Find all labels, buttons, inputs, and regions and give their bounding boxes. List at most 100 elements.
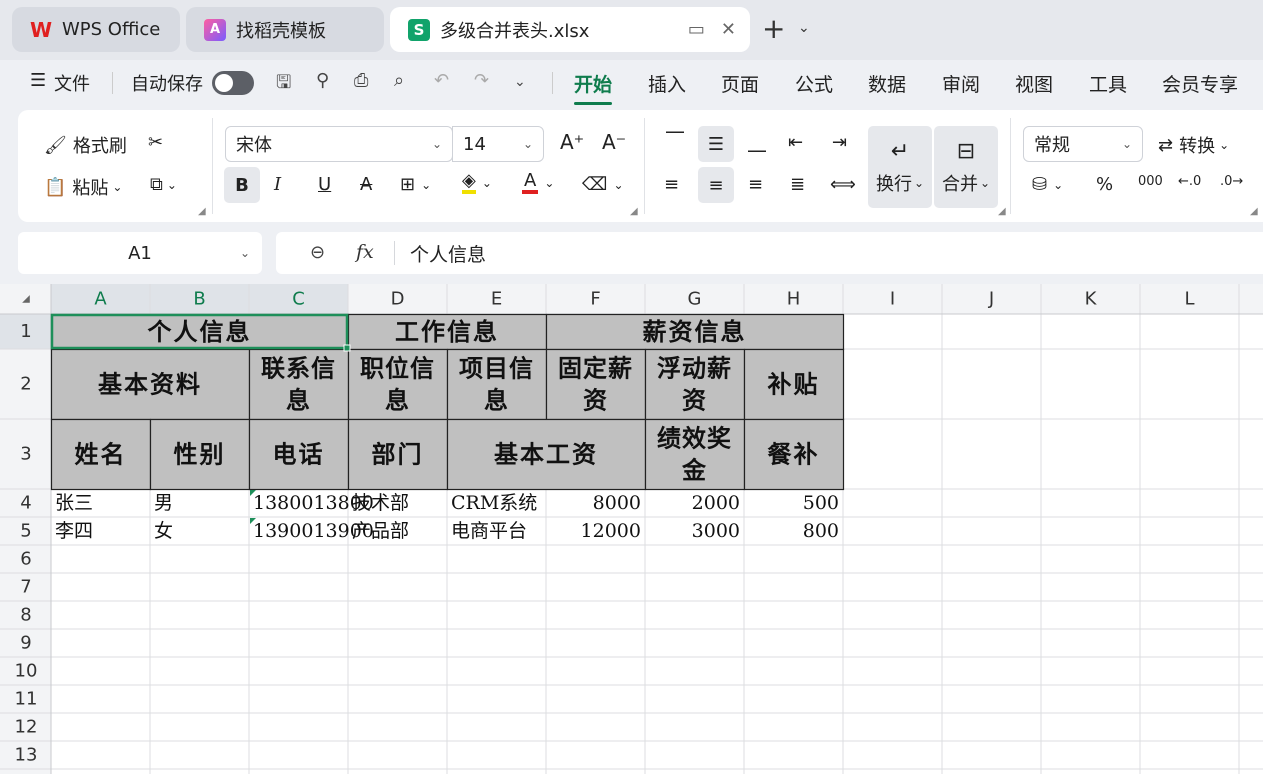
align-left-icon[interactable]: ≡ bbox=[664, 174, 679, 195]
align-middle-icon[interactable]: ☰ bbox=[698, 126, 734, 162]
row-header: 8 bbox=[20, 605, 31, 626]
percent-button[interactable]: % bbox=[1096, 174, 1113, 195]
data-cell: 8000 bbox=[593, 492, 641, 514]
convert-button[interactable]: ⇄ 转换 ⌄ bbox=[1158, 132, 1229, 158]
chevron-down-icon[interactable]: ⌄ bbox=[798, 20, 810, 36]
file-menu[interactable]: 文件 bbox=[54, 70, 90, 96]
align-right-icon[interactable]: ≡ bbox=[748, 174, 763, 195]
merge-button[interactable]: ⊟ 合并 ⌄ bbox=[934, 126, 998, 208]
close-icon[interactable]: ✕ bbox=[721, 19, 736, 40]
row-header: 2 bbox=[20, 374, 31, 395]
header-floating-salary: 资 bbox=[682, 386, 707, 415]
share-icon[interactable]: ⚲ bbox=[316, 70, 329, 91]
row-header: 11 bbox=[15, 689, 38, 710]
italic-button[interactable]: I bbox=[274, 174, 281, 195]
paste-button[interactable]: 📋 粘贴 ⌄ bbox=[44, 174, 122, 200]
autosave-toggle[interactable] bbox=[212, 71, 254, 95]
currency-button[interactable]: ⛁ ⌄ bbox=[1032, 174, 1063, 195]
wps-logo-icon: W bbox=[29, 17, 53, 42]
header-position-info: 职位信 bbox=[360, 354, 435, 383]
zoom-icon[interactable]: ⊖ bbox=[310, 242, 325, 263]
fill-color-button[interactable]: ◈ ⌄ bbox=[462, 172, 492, 194]
decrease-indent-icon[interactable]: ⇤ bbox=[788, 132, 803, 153]
tab-templates[interactable]: A 找稻壳模板 bbox=[186, 7, 384, 52]
decrease-decimal-icon[interactable]: .0→ bbox=[1220, 174, 1243, 189]
thousands-button[interactable]: 000 bbox=[1138, 174, 1163, 189]
dialog-launcher-icon[interactable]: ◢ bbox=[198, 206, 206, 217]
font-name-select[interactable]: 宋体 ⌄ bbox=[225, 126, 453, 162]
increase-indent-icon[interactable]: ⇥ bbox=[832, 132, 847, 153]
dialog-launcher-icon[interactable]: ◢ bbox=[630, 206, 638, 217]
align-bottom-icon[interactable]: ⎽ bbox=[748, 132, 766, 153]
print-icon[interactable]: ⎙ bbox=[354, 70, 368, 91]
grid-canvas[interactable]: ◢ A B C D E F G H I J K L12345678910111213个人信息 工作信息 薪资… bbox=[0, 284, 1263, 774]
row-header: 1 bbox=[20, 321, 31, 342]
decrease-font-icon[interactable]: A⁻ bbox=[602, 130, 626, 154]
spreadsheet-icon: S bbox=[408, 18, 430, 41]
clear-format-button[interactable]: ⌫ ⌄ bbox=[582, 174, 624, 195]
tab-wps-office[interactable]: W WPS Office bbox=[12, 7, 180, 52]
tab-data[interactable]: 数据 bbox=[868, 70, 906, 97]
cut-icon[interactable]: ✂ bbox=[148, 132, 163, 153]
print-preview-icon[interactable]: ⌕ bbox=[394, 70, 404, 91]
tab-review[interactable]: 审阅 bbox=[942, 70, 980, 97]
header-performance-bonus: 金 bbox=[681, 456, 707, 485]
bold-button[interactable]: B bbox=[224, 167, 260, 203]
chevron-down-icon: ⌄ bbox=[913, 175, 925, 190]
dialog-launcher-icon[interactable]: ◢ bbox=[1250, 206, 1258, 217]
chevron-down-icon[interactable]: ⌄ bbox=[514, 74, 526, 90]
font-color-button[interactable]: A ⌄ bbox=[522, 172, 554, 194]
distributed-icon[interactable]: ⟺ bbox=[830, 174, 856, 195]
data-cell: 12000 bbox=[581, 520, 641, 542]
function-icon[interactable]: fx bbox=[356, 241, 374, 263]
ribbon: 🖌 格式刷 ✂ 📋 粘贴 ⌄ ⧉ ⌄ ◢ 宋体 ⌄ 14 ⌄ A⁺ A⁻ B I… bbox=[18, 110, 1263, 222]
increase-decimal-icon[interactable]: ←.0 bbox=[1178, 174, 1201, 189]
header-work-info: 工作信息 bbox=[395, 317, 499, 346]
row-header: 9 bbox=[20, 633, 31, 654]
tab-document[interactable]: S 多级合并表头.xlsx ▭ ✕ bbox=[390, 7, 750, 52]
spreadsheet-grid[interactable]: ◢ A B C D E F G H I J K L 1 2 3 4 5 6 7 8 9 10 11 12 13 个人信息 工作信息 薪资… bbox=[0, 284, 1263, 774]
convert-label: 转换 bbox=[1179, 136, 1216, 157]
undo-icon[interactable]: ↶ bbox=[434, 70, 449, 91]
tab-view[interactable]: 视图 bbox=[1015, 70, 1053, 97]
number-format-select[interactable]: 常规 ⌄ bbox=[1023, 126, 1143, 162]
column-header: J bbox=[988, 289, 994, 310]
justify-icon[interactable]: ≣ bbox=[790, 174, 805, 195]
format-painter-button[interactable]: 🖌 格式刷 bbox=[44, 132, 127, 158]
increase-font-icon[interactable]: A⁺ bbox=[560, 130, 584, 154]
autosave-label: 自动保存 bbox=[131, 74, 203, 95]
monitor-icon[interactable]: ▭ bbox=[688, 19, 705, 40]
formula-bar[interactable]: ⊖ fx 个人信息 bbox=[276, 232, 1263, 274]
dialog-launcher-icon[interactable]: ◢ bbox=[998, 206, 1006, 217]
data-cell: 2000 bbox=[692, 492, 740, 514]
copy-button[interactable]: ⧉ ⌄ bbox=[150, 174, 177, 195]
tab-tools[interactable]: 工具 bbox=[1089, 70, 1127, 97]
underline-button[interactable]: U bbox=[318, 174, 331, 195]
data-cell: 800 bbox=[803, 520, 839, 542]
convert-icon: ⇄ bbox=[1158, 134, 1174, 156]
redo-icon[interactable]: ↷ bbox=[474, 70, 489, 91]
tab-member[interactable]: 会员专享 bbox=[1162, 70, 1238, 97]
fill-handle[interactable] bbox=[343, 344, 351, 352]
align-top-icon[interactable]: ⎺ bbox=[666, 130, 684, 151]
borders-button[interactable]: ⊞ ⌄ bbox=[400, 174, 431, 195]
strikethrough-button[interactable]: A bbox=[360, 174, 372, 195]
save-icon[interactable]: 🖫 bbox=[276, 70, 291, 100]
data-cell: 产品部 bbox=[352, 520, 409, 542]
align-center-icon[interactable]: ≡ bbox=[698, 167, 734, 203]
menu-icon[interactable]: ☰ bbox=[30, 70, 46, 91]
formula-value[interactable]: 个人信息 bbox=[410, 240, 486, 267]
column-header: C bbox=[292, 289, 305, 310]
new-tab-icon[interactable]: + bbox=[762, 12, 785, 45]
header-fixed-salary: 固定薪 bbox=[558, 354, 633, 383]
name-box[interactable]: A1 ⌄ bbox=[18, 232, 262, 274]
brush-icon: 🖌 bbox=[44, 134, 67, 156]
tab-formula[interactable]: 公式 bbox=[795, 70, 833, 97]
tab-insert[interactable]: 插入 bbox=[648, 70, 686, 97]
tab-page[interactable]: 页面 bbox=[721, 70, 759, 97]
wrap-text-button[interactable]: ↵ 换行 ⌄ bbox=[868, 126, 932, 208]
font-size-select[interactable]: 14 ⌄ bbox=[452, 126, 544, 162]
divider bbox=[1010, 118, 1011, 214]
tab-home[interactable]: 开始 bbox=[574, 70, 613, 105]
tab-bar: W WPS Office A 找稻壳模板 S 多级合并表头.xlsx ▭ ✕ +… bbox=[0, 0, 1263, 60]
